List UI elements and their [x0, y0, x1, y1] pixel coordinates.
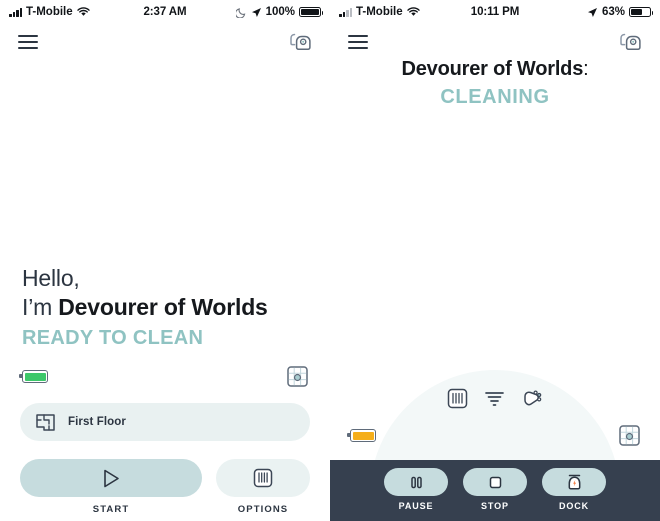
start-button[interactable] [20, 459, 202, 497]
battery-percent-label: 63% [601, 6, 625, 18]
brush-roller-icon [253, 468, 273, 488]
do-not-disturb-icon [235, 7, 247, 18]
dock-label: DOCK [558, 501, 590, 511]
nav-bar-left [0, 24, 330, 60]
stop-button[interactable] [463, 468, 527, 496]
greeting-im-prefix: I’m [22, 293, 59, 320]
status-bar-right-group: 100% [235, 6, 323, 18]
mop-pad-icon[interactable] [521, 388, 544, 409]
battery-icon [299, 7, 323, 17]
cleaning-control-bar: PAUSE STOP DOCK [330, 460, 660, 521]
stop-square-icon [488, 475, 503, 490]
robot-battery-icon [347, 429, 376, 442]
location-arrow-icon [251, 7, 262, 18]
cleaning-title-line: Devourer of Worlds: [330, 58, 660, 81]
floorplan-icon [36, 413, 55, 431]
play-icon [103, 469, 120, 488]
map-thumbnail-icon[interactable] [619, 425, 640, 446]
device-icon-row-left [19, 366, 308, 387]
cleaning-state-label: CLEANING [440, 86, 550, 108]
pause-label: PAUSE [398, 501, 434, 511]
suction-power-icon[interactable] [484, 388, 505, 409]
status-bar-right-group: 63% [587, 6, 653, 18]
cleaning-header: Devourer of Worlds: CLEANING [330, 58, 660, 109]
options-label: OPTIONS [237, 504, 289, 515]
pause-icon [409, 475, 424, 490]
map-thumbnail-icon[interactable] [287, 366, 308, 387]
status-bar-left: T-Mobile 2:37 AM 100% [0, 0, 330, 24]
greeting-hello: Hello, [22, 265, 80, 291]
robot-app-logo-icon[interactable] [620, 31, 642, 53]
dock-button[interactable] [542, 468, 606, 496]
stop-label: STOP [481, 501, 509, 511]
location-arrow-icon [587, 7, 598, 18]
robot-app-logo-icon[interactable] [290, 31, 312, 53]
start-label: START [92, 504, 130, 515]
pause-control: PAUSE [384, 468, 448, 511]
cleaning-mode-icon-row [330, 388, 660, 409]
greeting-block: Hello, I’m Devourer of Worlds READY TO C… [22, 264, 312, 350]
dock-charge-icon [566, 474, 583, 491]
hamburger-menu-icon[interactable] [348, 35, 368, 49]
robot-status-label: READY TO CLEAN [22, 326, 204, 349]
map-selector-row[interactable]: First Floor [20, 403, 310, 441]
stop-control: STOP [463, 468, 527, 511]
robot-battery-icon [19, 370, 48, 383]
robot-name-label: Devourer of Worlds [401, 58, 584, 80]
pause-button[interactable] [384, 468, 448, 496]
battery-percent-label: 100% [265, 6, 295, 18]
battery-icon [629, 7, 653, 17]
dual-screenshot-container: T-Mobile 2:37 AM 100% Hello, I’m Devoure… [0, 0, 660, 521]
nav-bar-right [330, 24, 660, 60]
screen-cleaning: T-Mobile 10:11 PM 63% Devourer of Worlds… [330, 0, 660, 521]
title-colon: : [583, 58, 589, 80]
status-bar-right: T-Mobile 10:11 PM 63% [330, 0, 660, 24]
device-icon-row-right [347, 425, 640, 446]
robot-name-label: Devourer of Worlds [58, 293, 268, 320]
map-selector-label: First Floor [68, 416, 126, 428]
options-button[interactable] [216, 459, 310, 497]
brush-roller-icon[interactable] [447, 388, 468, 409]
hamburger-menu-icon[interactable] [18, 35, 38, 49]
screen-ready-to-clean: T-Mobile 2:37 AM 100% Hello, I’m Devoure… [0, 0, 330, 521]
greeting-robot-line: I’m Devourer of Worlds [22, 293, 312, 323]
dock-control: DOCK [542, 468, 606, 511]
action-button-row: START OPTIONS [20, 459, 310, 515]
options-action: OPTIONS [216, 459, 310, 515]
start-action: START [20, 459, 202, 515]
